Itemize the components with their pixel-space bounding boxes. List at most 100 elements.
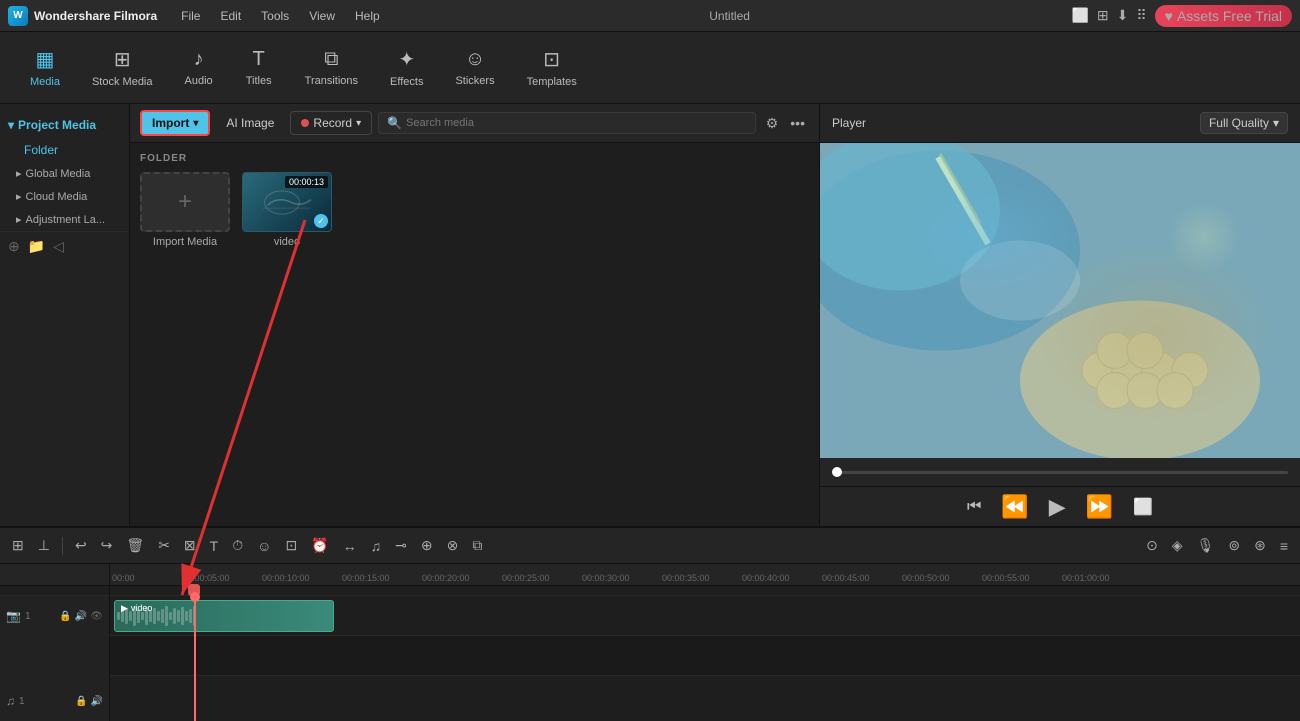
audio-track-row (110, 636, 1300, 676)
record-label: Record (313, 116, 352, 130)
tl-zoom-icon[interactable]: ⊕ (417, 535, 437, 556)
video-media-item[interactable]: 00:00:13 ✓ video (242, 172, 332, 248)
tl-redo-icon[interactable]: ↪ (97, 535, 117, 556)
window-title: Untitled (388, 9, 1072, 23)
sidebar-item-folder[interactable]: Folder (0, 138, 129, 162)
video-lock-icon[interactable]: 🔒 (59, 611, 71, 622)
folder-section-label: FOLDER (140, 153, 809, 164)
sidebar-item-global-media[interactable]: ▸ Global Media (0, 162, 129, 185)
tl-clock-icon[interactable]: ⏱ (228, 535, 247, 556)
toolbar-titles[interactable]: T Titles (231, 40, 287, 95)
effects-icon: ✦ (398, 47, 415, 72)
audio-volume-icon[interactable]: 🔊 (91, 696, 103, 707)
record-button[interactable]: Record ▾ (290, 111, 372, 135)
tl-delete-icon[interactable]: 🗑 (122, 535, 148, 556)
import-media-item[interactable]: + Import Media (140, 172, 230, 248)
tl-snap-icon[interactable]: ⊥ (34, 535, 54, 556)
player-panel: Player Full Quality ▾ (820, 104, 1300, 526)
more-options-icon[interactable]: ••• (786, 113, 809, 134)
tl-settings-icon[interactable]: ⊗ (443, 535, 463, 556)
rewind-button[interactable]: ⏮ (967, 498, 981, 516)
audio-lock-icon[interactable]: 🔒 (75, 696, 87, 707)
window-controls: ⬜ ⊞ ⬇ ⠿ ♥ Assets Free Trial (1071, 5, 1292, 27)
tl-right-icon2[interactable]: ◈ (1168, 535, 1187, 556)
assets-free-trial-button[interactable]: ♥ Assets Free Trial (1155, 5, 1292, 27)
audio-track-num: 1 (19, 696, 25, 707)
tl-right-icon1[interactable]: ⊙ (1142, 535, 1162, 556)
transitions-icon: ⧉ (324, 48, 338, 71)
app-logo: W Wondershare Filmora (8, 6, 157, 26)
search-input[interactable] (406, 117, 747, 129)
new-folder-icon[interactable]: ⊕ (8, 238, 20, 255)
toolbar-media[interactable]: ▦ Media (16, 39, 74, 96)
toolbar-stickers[interactable]: ☺ Stickers (441, 40, 508, 95)
folder-open-icon[interactable]: 📁 (28, 238, 45, 255)
layout-icon[interactable]: ⊞ (1097, 7, 1109, 24)
sidebar-item-adjustment[interactable]: ▸ Adjustment La... (0, 208, 129, 231)
quality-select[interactable]: Full Quality ▾ (1200, 112, 1288, 134)
toolbar-effects[interactable]: ✦ Effects (376, 39, 437, 96)
tl-audio-sync-icon[interactable]: ♫ (367, 536, 386, 556)
adjustment-label: Adjustment La... (26, 214, 106, 226)
ai-image-button[interactable]: AI Image (216, 112, 284, 134)
tl-frame-icon[interactable]: ⊡ (281, 535, 301, 556)
play-button[interactable]: ▶ (1049, 494, 1066, 520)
tl-right-icon4[interactable]: ⊚ (1224, 535, 1244, 556)
play-forward-button[interactable]: ⏩ (1086, 494, 1113, 520)
filter-icon[interactable]: ⚙ (762, 113, 783, 134)
sidebar-item-cloud-media[interactable]: ▸ Cloud Media (0, 185, 129, 208)
video-track-row: ▶ video (110, 596, 1300, 636)
video-volume-icon[interactable]: 🔊 (75, 611, 87, 622)
clip-label: ▶ video (117, 603, 156, 614)
tl-right-icon5[interactable]: ⊛ (1250, 535, 1270, 556)
media-actions: ⚙ ••• (762, 113, 809, 134)
scrubber-bar[interactable] (832, 471, 1288, 474)
tl-link-icon[interactable]: ⧉ (468, 535, 486, 556)
menu-help[interactable]: Help (347, 7, 388, 25)
grid-icon[interactable]: ⠿ (1136, 7, 1146, 24)
menu-tools[interactable]: Tools (253, 7, 297, 25)
tl-text-icon[interactable]: T (206, 536, 223, 556)
video-eye-icon[interactable]: 👁 (90, 611, 103, 622)
tl-right-icon6[interactable]: ≡ (1276, 536, 1292, 556)
video-track-controls: 🔒 🔊 👁 (59, 611, 103, 622)
tl-split-icon[interactable]: ⊸ (391, 535, 411, 556)
collapse-icon[interactable]: ◁ (53, 238, 64, 255)
import-chevron-icon: ▾ (193, 118, 198, 129)
player-video (820, 143, 1300, 458)
tl-crop-icon[interactable]: ⊠ (180, 535, 200, 556)
toolbar-transitions[interactable]: ⧉ Transitions (291, 40, 372, 95)
import-media-thumb: + (140, 172, 230, 232)
scrubber-handle[interactable] (832, 467, 842, 477)
timeline: ⊞ ⊥ ↩ ↪ 🗑 ✂ ⊠ T ⏱ ☺ ⊡ ⏰ ↔ ♫ ⊸ ⊕ ⊗ ⧉ ⊙ ◈ … (0, 526, 1300, 721)
record-dot-icon (301, 119, 309, 127)
tl-emoji-icon[interactable]: ☺ (253, 536, 275, 556)
tl-undo-icon[interactable]: ↩ (71, 535, 91, 556)
sidebar-project-media[interactable]: ▾ Project Media (0, 112, 129, 138)
download-icon[interactable]: ⬇ (1117, 7, 1129, 24)
ruler-tick-5: 00:00:25:00 (502, 573, 550, 583)
import-button[interactable]: Import ▾ (140, 110, 210, 136)
tl-cut-icon[interactable]: ✂ (154, 535, 174, 556)
tl-grid-icon[interactable]: ⊞ (8, 535, 28, 556)
play-back-button[interactable]: ⏪ (1001, 494, 1028, 520)
menu-file[interactable]: File (173, 7, 208, 25)
toolbar-stock-media[interactable]: ⊞ Stock Media (78, 39, 167, 96)
menu-edit[interactable]: Edit (212, 7, 249, 25)
video-clip[interactable]: ▶ video (114, 600, 334, 632)
tl-stretch-icon[interactable]: ↔ (339, 536, 361, 556)
ruler-tick-3: 00:00:15:00 (342, 573, 390, 583)
menu-view[interactable]: View (301, 7, 343, 25)
toolbar-templates[interactable]: ⊡ Templates (513, 39, 591, 96)
video-track-label: 📷 1 🔒 🔊 👁 (0, 596, 110, 636)
tl-right-icon3[interactable]: 🎙 (1193, 535, 1219, 556)
tl-time-icon[interactable]: ⏰ (307, 535, 332, 556)
player-scrubber[interactable] (820, 458, 1300, 486)
video-preview-svg (256, 188, 318, 217)
toolbar-audio[interactable]: ♪ Audio (171, 40, 227, 95)
audio-track-controls: 🔒 🔊 (75, 696, 103, 707)
monitor-icon[interactable]: ⬜ (1071, 7, 1088, 24)
stickers-label: Stickers (455, 75, 494, 87)
ruler-tick-8: 00:00:40:00 (742, 573, 790, 583)
fullscreen-button[interactable]: ⬜ (1133, 497, 1153, 517)
